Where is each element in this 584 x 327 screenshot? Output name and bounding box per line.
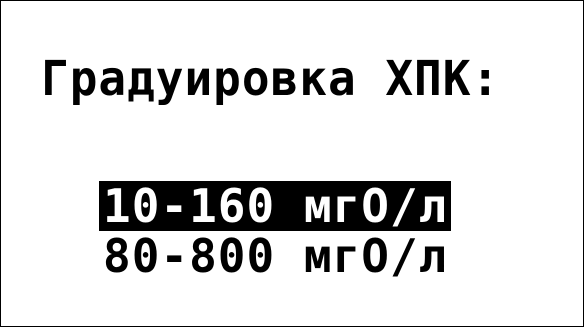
calibration-range-menu: 10-160 мгО/л 80-800 мгО/л xyxy=(99,181,452,281)
menu-item-range-80-800[interactable]: 80-800 мгО/л xyxy=(99,231,451,281)
menu-item-range-10-160[interactable]: 10-160 мгО/л xyxy=(99,181,452,231)
screen-title: Градуировка ХПК: xyxy=(41,49,501,107)
lcd-screen: Градуировка ХПК: 10-160 мгО/л 80-800 мгО… xyxy=(0,0,584,327)
